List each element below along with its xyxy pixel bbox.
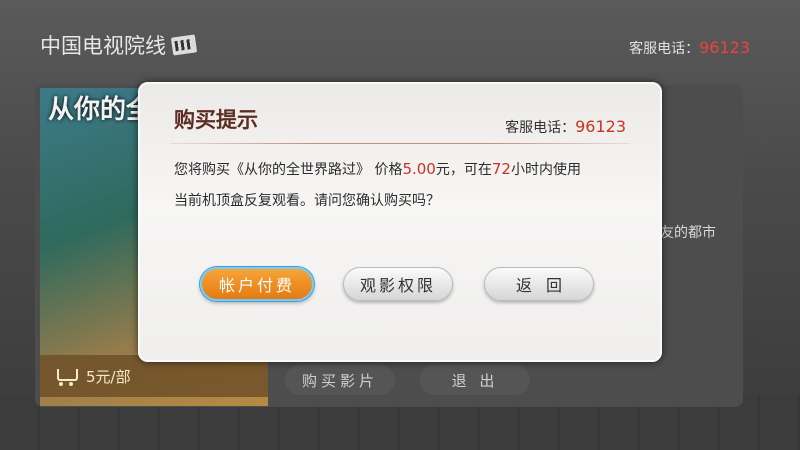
- dialog-divider: [170, 143, 630, 144]
- top-hotline: 客服电话：96123: [629, 38, 750, 58]
- top-hotline-number: 96123: [699, 38, 750, 57]
- dialog-hotline-number: 96123: [575, 117, 626, 136]
- exit-button[interactable]: 退 出: [420, 365, 530, 395]
- message-hours: 72: [491, 160, 511, 178]
- dialog-hotline: 客服电话：96123: [505, 117, 626, 137]
- dialog-hotline-label: 客服电话：: [505, 120, 576, 136]
- cart-icon: [54, 367, 78, 386]
- dialog-title: 购买提示: [174, 108, 258, 132]
- dialog-message: 您将购买《从你的全世界路过》 价格5.00元，可在72小时内使用 当前机顶盒反复…: [174, 154, 634, 217]
- back-button[interactable]: 返回: [484, 267, 594, 301]
- account-pay-button[interactable]: 帐户付费: [200, 267, 314, 301]
- message-line2: 当前机顶盒反复观看。请问您确认购买吗？: [174, 193, 440, 209]
- buy-movie-button[interactable]: 购买影片: [285, 365, 395, 395]
- message-price: 5.00: [402, 160, 436, 178]
- movie-description-fragment: 友的都市: [660, 225, 716, 241]
- message-part1: 您将购买《从你的全世界路过》 价格: [174, 162, 403, 178]
- app-title: 中国电视院线: [40, 30, 198, 60]
- purchase-dialog: 购买提示 客服电话：96123 您将购买《从你的全世界路过》 价格5.00元，可…: [138, 82, 662, 362]
- message-part2: 元，可在: [435, 162, 492, 178]
- viewing-permission-button[interactable]: 观影权限: [343, 267, 453, 301]
- app-title-text: 中国电视院线: [40, 34, 166, 58]
- top-hotline-label: 客服电话：: [629, 41, 700, 57]
- film-icon: [170, 34, 198, 56]
- price-label: 5元/部: [86, 367, 131, 386]
- message-part3: 小时内使用: [510, 162, 581, 178]
